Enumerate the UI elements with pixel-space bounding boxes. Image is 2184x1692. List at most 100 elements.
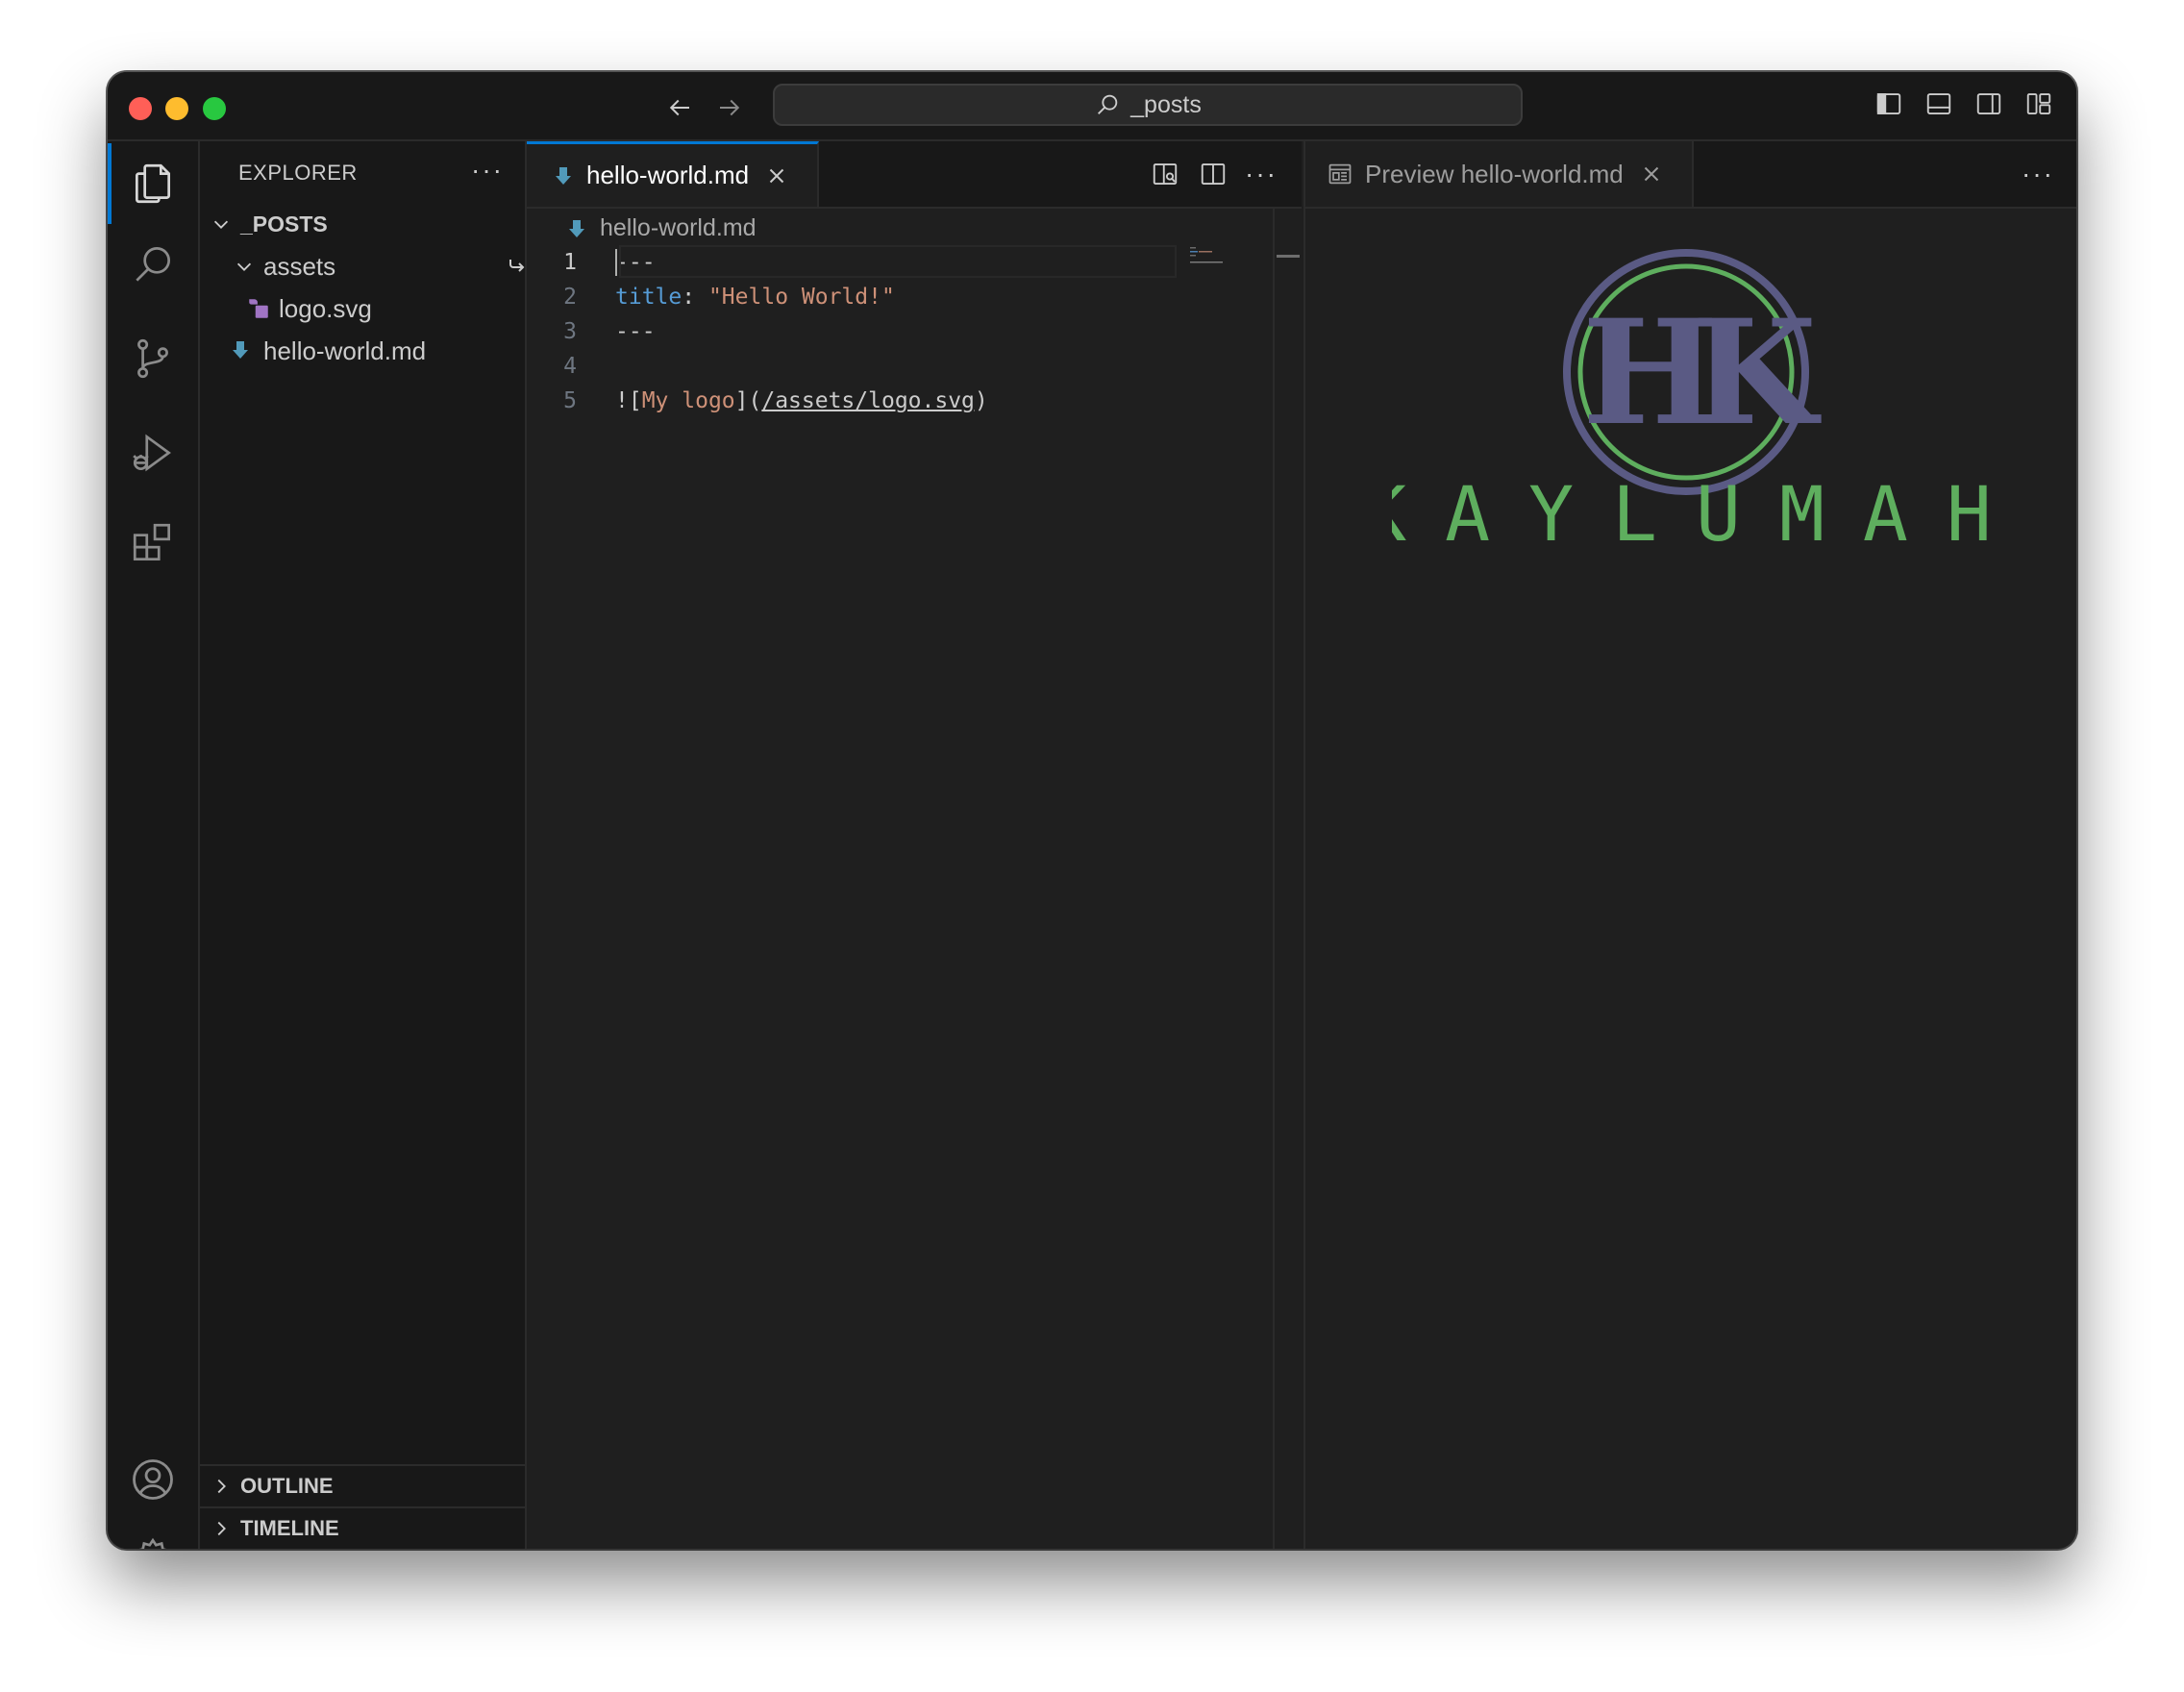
code-line-5[interactable]: 5 ![My logo](/assets/logo.svg): [527, 384, 1302, 418]
command-center-search[interactable]: _posts: [773, 84, 1523, 126]
outline-label: OUTLINE: [240, 1474, 334, 1498]
code-line-1[interactable]: 1 ---: [527, 245, 1302, 280]
toggle-primary-sidebar-button[interactable]: [1874, 89, 1903, 118]
line-number: 1: [563, 250, 577, 275]
close-tab-button[interactable]: [764, 163, 789, 188]
vscode-window: _posts EXPLORER ··· _POSTS assets logo.s…: [108, 72, 2076, 1549]
kaylumah-logo: HK KAYLUMAH: [1392, 249, 1998, 553]
close-icon: [1644, 166, 1658, 182]
line-number: 4: [563, 354, 577, 379]
arrow-right-icon: [720, 99, 740, 116]
go-back-button[interactable]: [663, 91, 696, 124]
close-icon: [769, 168, 784, 183]
extensions-view-button[interactable]: [108, 503, 198, 584]
chevron-down-icon: [233, 255, 256, 278]
tree-item-logo-svg[interactable]: logo.svg: [200, 287, 571, 330]
activity-bar: BL: [108, 141, 200, 1549]
code-editor[interactable]: 1 --- 2 title: "Hello World!" 3 --- 4 5 …: [527, 245, 1302, 418]
manage-settings-button[interactable]: BL: [108, 1526, 198, 1549]
code-token: title: [615, 285, 682, 310]
explorer-title: EXPLORER: [238, 161, 358, 185]
code-token: "Hello World!": [707, 285, 895, 310]
editor-group-left: hello-world.md ··· hello-world.md 1 --- …: [527, 141, 1302, 1549]
markdown-file-icon: [229, 338, 254, 363]
breadcrumb-file: hello-world.md: [600, 214, 757, 241]
timeline-section-header[interactable]: TIMELINE: [200, 1506, 525, 1549]
outline-section-header[interactable]: OUTLINE: [200, 1464, 525, 1506]
customize-layout-button[interactable]: [2024, 89, 2053, 118]
code-token: ---: [615, 250, 656, 275]
timeline-label: TIMELINE: [240, 1516, 339, 1540]
logo-wordmark: KAYLUMAH: [1392, 472, 1998, 553]
split-editor-icon: [1201, 163, 1226, 185]
code-token: ---: [615, 319, 656, 344]
files-icon: [135, 163, 171, 204]
preview-icon: [1328, 163, 1352, 185]
preview-actions: ···: [2022, 159, 2053, 189]
open-preview-icon: [1153, 163, 1178, 185]
search-icon: [1098, 94, 1118, 114]
code-link[interactable]: /assets/logo.svg: [761, 388, 975, 413]
title-bar: _posts: [108, 72, 2076, 141]
arrow-left-icon: [669, 99, 689, 116]
account-icon: [133, 1459, 173, 1500]
code-line-4[interactable]: 4: [527, 349, 1302, 384]
maximize-window-button[interactable]: [203, 97, 226, 120]
code-line-2[interactable]: 2 title: "Hello World!": [527, 280, 1302, 314]
editor-group-right: Preview hello-world.md ··· HK KAYLUMAH: [1303, 141, 2076, 1549]
editor-scrollbar[interactable]: [1273, 207, 1302, 1549]
accounts-button[interactable]: [108, 1439, 198, 1520]
go-forward-button[interactable]: [713, 91, 746, 124]
folder-root-posts[interactable]: _POSTS: [200, 203, 534, 245]
panel-bottom-icon: [1926, 93, 1951, 114]
svg-file-icon: [246, 296, 271, 321]
code-token: ![: [615, 388, 642, 413]
run-debug-view-button[interactable]: [108, 412, 198, 493]
markdown-file-icon: [569, 219, 584, 237]
close-tab-button[interactable]: [1639, 162, 1664, 187]
minimap[interactable]: [1190, 247, 1248, 276]
tree-item-label: logo.svg: [279, 293, 372, 323]
explorer-more-actions-button[interactable]: ···: [471, 155, 504, 186]
tree-item-label: assets: [263, 251, 336, 281]
layout-controls: [1874, 89, 2053, 118]
layout-grid-icon: [2026, 93, 2051, 114]
code-token: ](: [734, 388, 762, 413]
command-center-label: _posts: [1130, 90, 1202, 118]
code-line-3[interactable]: 3 ---: [527, 314, 1302, 349]
close-window-button[interactable]: [129, 97, 152, 120]
tab-hello-world-md[interactable]: hello-world.md: [527, 141, 819, 207]
editor-actions: ···: [1150, 159, 1277, 189]
preview-more-actions-button[interactable]: ···: [2022, 159, 2053, 189]
sidebar-left-icon: [1876, 93, 1901, 114]
explorer-sidebar: EXPLORER ··· _POSTS assets logo.svg hell…: [200, 141, 527, 1549]
gear-icon: [138, 1537, 167, 1549]
symlink-arrow-icon: [506, 255, 529, 285]
tab-preview-hello-world-md[interactable]: Preview hello-world.md: [1305, 141, 1694, 207]
line-number: 3: [563, 319, 577, 344]
preview-tab-bar: Preview hello-world.md ···: [1305, 141, 2076, 209]
logo-seal: HK: [1563, 249, 1849, 495]
source-control-icon: [137, 338, 168, 379]
explorer-view-button[interactable]: [108, 143, 198, 224]
source-control-view-button[interactable]: [108, 318, 198, 399]
logo-monogram: HK: [1582, 288, 1822, 458]
extensions-icon: [133, 523, 171, 561]
editor-more-actions-button[interactable]: ···: [1245, 159, 1277, 189]
sidebar-right-icon: [1976, 93, 2001, 114]
tree-item-hello-world-md[interactable]: hello-world.md: [200, 330, 554, 372]
tree-item-label: hello-world.md: [263, 336, 427, 365]
minimize-window-button[interactable]: [165, 97, 188, 120]
open-preview-to-side-button[interactable]: [1150, 159, 1180, 189]
toggle-secondary-sidebar-button[interactable]: [1974, 89, 2003, 118]
cursor-position-marker: [1277, 255, 1300, 258]
breadcrumb[interactable]: hello-world.md: [565, 214, 757, 242]
search-view-button[interactable]: [108, 224, 198, 305]
toggle-panel-button[interactable]: [1924, 89, 1953, 118]
tab-label: hello-world.md: [586, 161, 750, 189]
tree-item-assets[interactable]: assets: [200, 245, 558, 287]
split-editor-button[interactable]: [1198, 159, 1228, 189]
code-token: :: [682, 285, 708, 310]
code-token: ): [974, 388, 988, 413]
editor-tab-bar: hello-world.md ···: [527, 141, 1302, 209]
